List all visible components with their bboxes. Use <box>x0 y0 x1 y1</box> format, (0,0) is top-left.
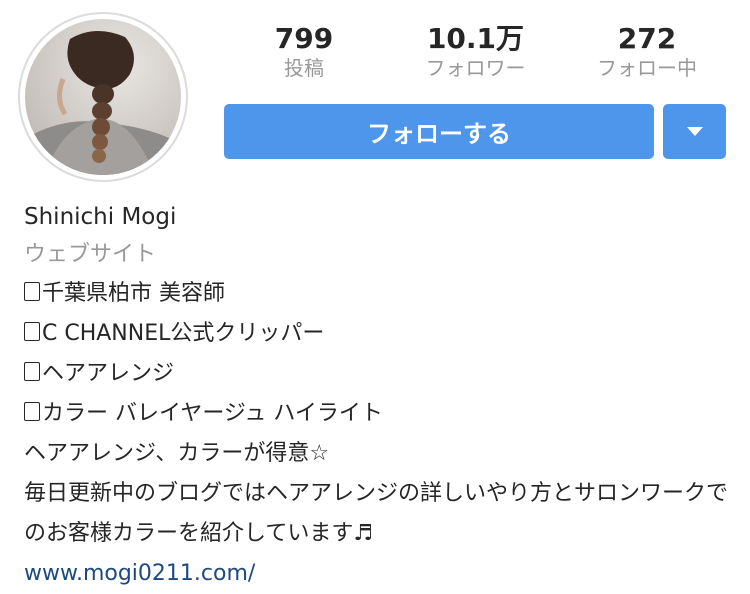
suggested-accounts-dropdown-button[interactable] <box>663 104 726 159</box>
stat-following[interactable]: 272 フォロー中 <box>567 22 727 80</box>
bio-line: 千葉県柏市 美容師 <box>24 274 736 314</box>
follow-button[interactable]: フォローする <box>224 104 654 159</box>
bio-line: カラー バレイヤージュ ハイライト <box>24 394 736 434</box>
square-box-icon <box>24 362 40 381</box>
bio-line: C CHANNEL公式クリッパー <box>24 314 736 354</box>
followers-count: 10.1万 <box>426 22 525 55</box>
following-count: 272 <box>617 22 677 55</box>
square-box-icon <box>24 402 40 421</box>
triangle-down-icon <box>686 127 703 136</box>
stat-posts[interactable]: 799 投稿 <box>224 22 384 80</box>
followers-label: フォロワー <box>425 56 526 80</box>
bio-line: ヘアアレンジ、カラーが得意☆ <box>24 441 330 466</box>
posts-count: 799 <box>274 22 334 55</box>
profile-stats: 799 投稿 10.1万 フォロワー 272 フォロー中 <box>224 22 727 80</box>
posts-label: 投稿 <box>284 56 324 80</box>
bio-paragraph: 毎日更新中のブログではヘアアレンジの詳しいやり方とサロンワークでのお客様カラーを… <box>24 481 729 546</box>
website-category-label: ウェブサイト <box>24 242 157 267</box>
profile-name: Shinichi Mogi <box>24 204 177 230</box>
bio-line: ヘアアレンジ <box>24 354 736 394</box>
square-box-icon <box>24 322 40 341</box>
following-label: フォロー中 <box>597 56 697 80</box>
profile-avatar[interactable] <box>18 12 188 182</box>
stat-followers[interactable]: 10.1万 フォロワー <box>396 22 556 80</box>
square-box-icon <box>24 282 40 301</box>
profile-bio: Shinichi Mogi ウェブサイト 千葉県柏市 美容師 C CHANNEL… <box>24 198 736 594</box>
website-link[interactable]: www.mogi0211.com/ <box>24 554 736 594</box>
avatar-image <box>25 19 181 175</box>
